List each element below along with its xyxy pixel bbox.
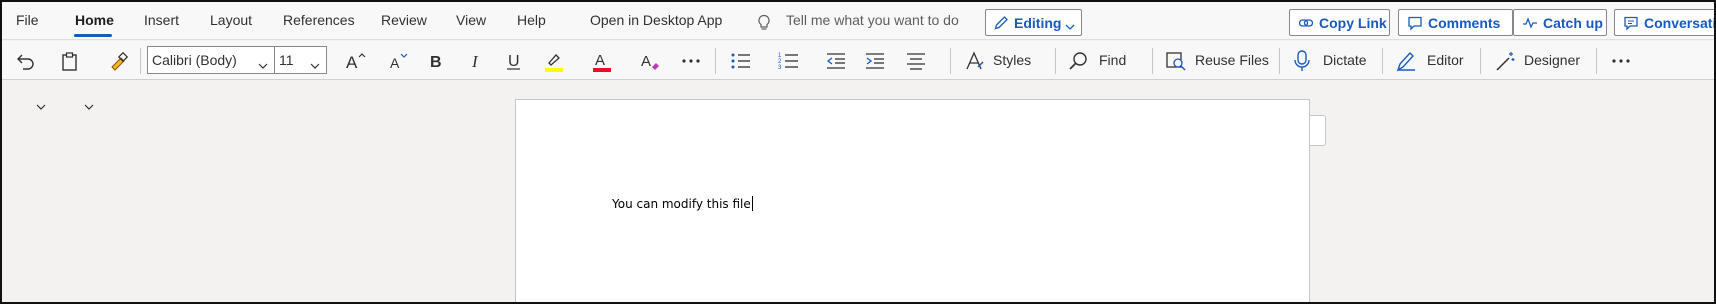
bold-icon[interactable]: B	[426, 49, 446, 73]
copy-link-label: Copy Link	[1319, 15, 1387, 31]
chevron-down-icon[interactable]	[36, 98, 46, 110]
pencil-icon	[993, 15, 1009, 31]
copy-link-button[interactable]: Copy Link	[1289, 9, 1390, 36]
tab-file[interactable]: File	[16, 12, 39, 28]
svg-text:3: 3	[778, 65, 782, 71]
document-page[interactable]: You can modify this file	[515, 99, 1310, 302]
menu-bar: File Home Insert Layout References Revie…	[2, 2, 1714, 40]
tab-insert[interactable]: Insert	[144, 12, 179, 28]
undo-button[interactable]	[14, 49, 36, 73]
comments-button[interactable]: Comments	[1398, 9, 1513, 36]
tab-view[interactable]: View	[456, 12, 486, 28]
open-in-desktop-app-button[interactable]: Open in Desktop App	[590, 12, 722, 28]
ribbon-separator	[1596, 48, 1597, 74]
bullets-icon[interactable]	[730, 49, 752, 73]
link-icon	[1298, 15, 1314, 31]
underline-icon[interactable]: U	[504, 49, 524, 73]
numbering-icon[interactable]: 123	[778, 49, 800, 73]
tab-layout[interactable]: Layout	[210, 12, 252, 28]
font-color-icon[interactable]: A	[591, 49, 613, 73]
more-options-icon[interactable]	[680, 49, 702, 73]
editing-mode-label: Editing	[1014, 15, 1062, 31]
chevron-down-icon	[310, 57, 320, 69]
svg-text:A: A	[346, 53, 358, 72]
conversations-label: Conversations	[1644, 15, 1716, 31]
more-options-icon[interactable]	[1610, 49, 1632, 73]
increase-indent-icon[interactable]	[864, 49, 886, 73]
ribbon-separator	[950, 48, 951, 74]
shrink-font-icon[interactable]: A	[387, 49, 411, 73]
ribbon-separator	[1279, 48, 1280, 74]
document-text: You can modify this file	[612, 197, 751, 211]
svg-text:U: U	[508, 53, 520, 70]
catch-up-button[interactable]: Catch up	[1513, 9, 1607, 36]
editor-label: Editor	[1427, 52, 1464, 68]
clear-formatting-icon[interactable]: A	[639, 49, 661, 73]
tell-me-search[interactable]: Tell me what you want to do	[786, 12, 959, 28]
format-painter-icon[interactable]	[108, 49, 130, 73]
ribbon-separator	[1152, 48, 1153, 74]
text-cursor	[751, 196, 753, 211]
lightbulb-icon	[756, 14, 772, 32]
tab-home[interactable]: Home	[75, 12, 114, 28]
grow-font-icon[interactable]: A	[344, 49, 368, 73]
microphone-icon	[1292, 49, 1312, 73]
styles-label: Styles	[993, 52, 1032, 68]
comment-icon	[1407, 15, 1423, 31]
tab-review[interactable]: Review	[381, 12, 427, 28]
svg-text:A: A	[641, 53, 651, 70]
tab-references[interactable]: References	[283, 12, 355, 28]
comments-label: Comments	[1428, 15, 1501, 31]
document-body[interactable]: You can modify this file	[612, 196, 753, 211]
chevron-down-icon[interactable]	[84, 98, 94, 110]
chevron-down-icon	[258, 57, 268, 69]
find-label: Find	[1099, 52, 1127, 68]
active-tab-indicator	[74, 34, 112, 37]
align-icon[interactable]	[905, 49, 927, 73]
svg-text:B: B	[430, 54, 442, 71]
ribbon-separator	[1480, 48, 1481, 74]
svg-text:I: I	[471, 52, 479, 71]
font-name-dropdown[interactable]: Calibri (Body)	[147, 46, 275, 74]
chevron-down-icon	[1065, 18, 1075, 30]
word-online-window: File Home Insert Layout References Revie…	[0, 0, 1716, 304]
styles-icon	[964, 49, 986, 73]
ribbon-separator	[1382, 48, 1383, 74]
ribbon-separator	[1055, 48, 1056, 74]
reuse-files-icon	[1165, 49, 1187, 73]
svg-text:A: A	[390, 55, 400, 71]
highlight-color-icon[interactable]	[543, 49, 565, 73]
font-size-dropdown[interactable]: 11	[274, 46, 327, 74]
home-ribbon: Calibri (Body) 11 A A B I U A A 1 2 3 St…	[2, 41, 1714, 110]
conversations-button[interactable]: Conversations	[1614, 9, 1716, 36]
editor-pen-icon	[1395, 49, 1417, 73]
font-name-value: Calibri (Body)	[152, 52, 237, 68]
dictate-label: Dictate	[1323, 52, 1367, 68]
italic-icon[interactable]: I	[466, 49, 486, 73]
font-size-value: 11	[279, 52, 294, 68]
catch-up-label: Catch up	[1543, 15, 1603, 31]
ribbon-separator	[715, 48, 716, 74]
page-side-tab[interactable]	[1310, 115, 1326, 146]
tab-help[interactable]: Help	[517, 12, 546, 28]
chat-icon	[1623, 15, 1639, 31]
editing-mode-dropdown[interactable]: Editing	[985, 9, 1082, 36]
reuse-files-label: Reuse Files	[1195, 52, 1269, 68]
ribbon-separator	[140, 48, 141, 74]
designer-wand-icon	[1494, 49, 1516, 73]
activity-icon	[1522, 15, 1538, 31]
search-icon	[1068, 49, 1090, 73]
svg-text:A: A	[595, 52, 605, 69]
designer-label: Designer	[1524, 52, 1581, 68]
clipboard-icon[interactable]	[60, 49, 80, 73]
decrease-indent-icon[interactable]	[825, 49, 847, 73]
